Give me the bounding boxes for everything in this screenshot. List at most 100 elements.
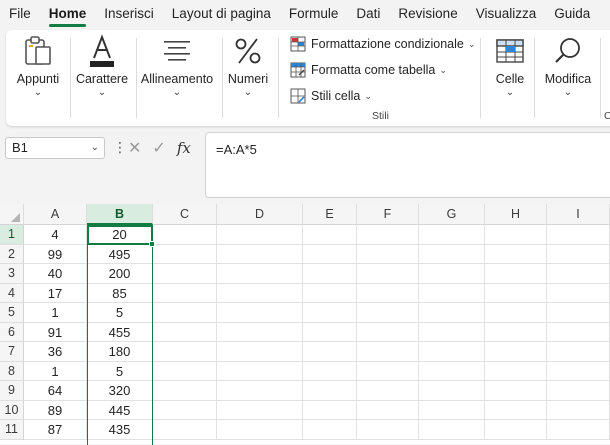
formula-bar-input[interactable]: =A:A*5 [205,132,610,198]
cell-b[interactable]: 5 [87,361,153,381]
cell-empty[interactable] [419,381,485,401]
cell-empty[interactable] [485,264,547,284]
cell-empty[interactable] [303,400,357,420]
cell-b[interactable]: 320 [87,381,153,401]
column-header-d[interactable]: D [217,204,303,225]
column-header-h[interactable]: H [485,204,547,225]
modifica-button[interactable]: Modifica ⌄ [542,32,594,98]
confirm-icon[interactable]: ✓ [152,138,165,158]
cell-empty[interactable] [217,420,303,440]
more-options-icon[interactable]: ⋮ [113,140,127,154]
cell-empty[interactable] [419,420,485,440]
cell-empty[interactable] [485,244,547,264]
formattazione-condizionale-button[interactable]: Formattazione condizionale ⌄ [290,34,475,54]
cell-empty[interactable] [153,361,217,381]
cell-empty[interactable] [153,342,217,362]
cell-empty[interactable] [419,225,485,245]
cell-empty[interactable] [485,225,547,245]
column-header-b[interactable]: B [87,204,153,225]
cell-empty[interactable] [357,420,419,440]
allineamento-button[interactable]: Allineamento ⌄ [140,32,214,98]
cell-empty[interactable] [217,225,303,245]
menu-file[interactable]: File [0,0,40,28]
cell-empty[interactable] [485,420,547,440]
name-box[interactable]: B1 ⌄ [5,137,105,159]
cell-empty[interactable] [357,303,419,323]
cell-empty[interactable] [153,420,217,440]
cell-empty[interactable] [217,244,303,264]
row-header[interactable]: 9 [0,381,24,401]
row-header[interactable]: 2 [0,244,24,264]
cell-empty[interactable] [153,303,217,323]
cell-empty[interactable] [419,361,485,381]
cell-a[interactable]: 91 [24,322,87,342]
cell-empty[interactable] [485,361,547,381]
row-header[interactable]: 8 [0,361,24,381]
cell-empty[interactable] [153,322,217,342]
cell-a[interactable]: 99 [24,244,87,264]
cell-empty[interactable] [547,342,610,362]
cell-empty[interactable] [357,400,419,420]
cell-empty[interactable] [547,420,610,440]
cell-empty[interactable] [419,400,485,420]
cell-empty[interactable] [485,381,547,401]
cell-a[interactable]: 4 [24,225,87,245]
row-header[interactable]: 10 [0,400,24,420]
column-header-e[interactable]: E [303,204,357,225]
cancel-icon[interactable]: ✕ [128,138,141,158]
chevron-down-icon[interactable]: ⌄ [91,138,99,158]
cell-a[interactable]: 89 [24,400,87,420]
cell-empty[interactable] [357,322,419,342]
cell-empty[interactable] [217,342,303,362]
menu-inserisci[interactable]: Inserisci [95,0,163,28]
cell-empty[interactable] [357,283,419,303]
cell-b[interactable]: 5 [87,303,153,323]
cell-a[interactable]: 64 [24,381,87,401]
cell-a[interactable]: 1 [24,303,87,323]
cell-empty[interactable] [419,264,485,284]
row-header[interactable]: 6 [0,322,24,342]
cell-empty[interactable] [153,400,217,420]
select-all-button[interactable] [0,204,24,225]
cell-empty[interactable] [303,381,357,401]
cell-empty[interactable] [419,342,485,362]
column-header-c[interactable]: C [153,204,217,225]
cell-a[interactable]: 1 [24,361,87,381]
cell-empty[interactable] [357,342,419,362]
cell-b[interactable]: 435 [87,420,153,440]
stili-cella-button[interactable]: Stili cella ⌄ [290,86,372,106]
cell-a[interactable]: 17 [24,283,87,303]
cell-empty[interactable] [217,381,303,401]
cell-empty[interactable] [357,361,419,381]
row-header[interactable]: 1 [0,225,24,245]
cell-empty[interactable] [547,225,610,245]
cell-empty[interactable] [419,244,485,264]
cell-b[interactable]: 200 [87,264,153,284]
row-header[interactable]: 4 [0,283,24,303]
cell-empty[interactable] [153,264,217,284]
cell-empty[interactable] [153,225,217,245]
cell-a[interactable]: 36 [24,342,87,362]
cell-empty[interactable] [153,283,217,303]
menu-revisione[interactable]: Revisione [389,0,466,28]
cell-empty[interactable] [547,400,610,420]
cell-empty[interactable] [485,342,547,362]
cell-empty[interactable] [547,244,610,264]
cell-empty[interactable] [153,381,217,401]
cell-empty[interactable] [217,283,303,303]
cell-b[interactable]: 495 [87,244,153,264]
cell-empty[interactable] [217,264,303,284]
carattere-button[interactable]: Carattere ⌄ [74,32,130,98]
cell-b[interactable]: 445 [87,400,153,420]
cell-empty[interactable] [547,361,610,381]
appunti-button[interactable]: Appunti ⌄ [14,32,62,98]
row-header[interactable]: 7 [0,342,24,362]
cell-empty[interactable] [303,342,357,362]
cell-b[interactable]: 180 [87,342,153,362]
cell-empty[interactable] [485,303,547,323]
fill-handle[interactable] [149,241,155,247]
cell-empty[interactable] [303,303,357,323]
menu-formule[interactable]: Formule [280,0,348,28]
cell-empty[interactable] [547,303,610,323]
menu-home[interactable]: Home [40,0,96,28]
